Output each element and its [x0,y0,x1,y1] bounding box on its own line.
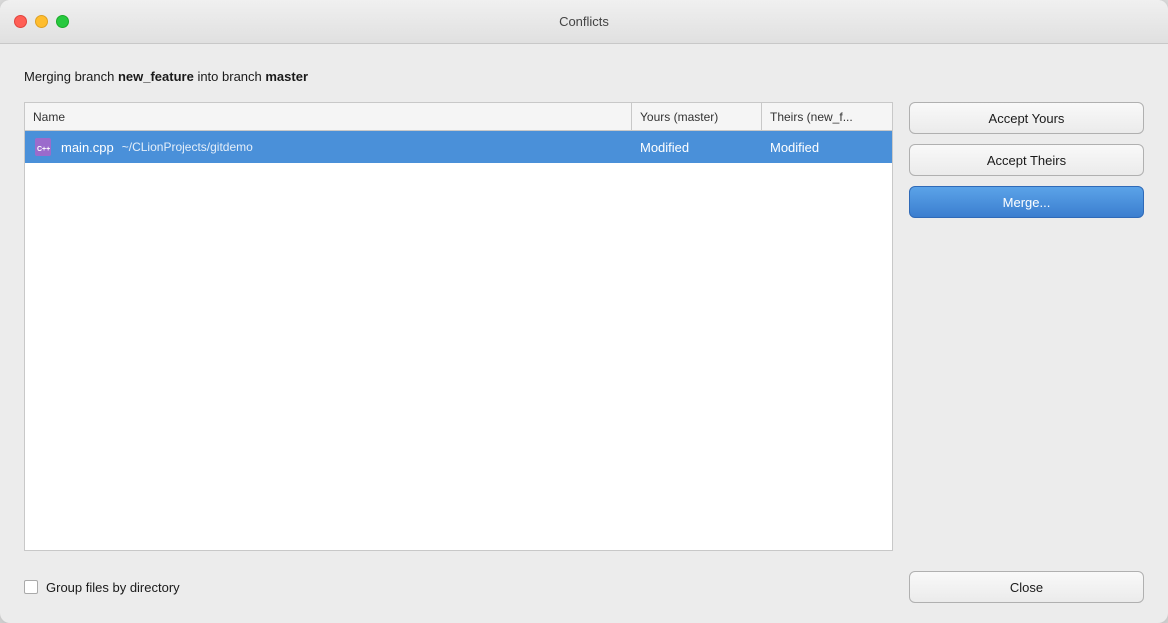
group-by-directory-checkbox[interactable] [24,580,38,594]
cell-theirs-status: Modified [762,131,892,163]
conflicts-table: Name Yours (master) Theirs (new_f... C++ [24,102,893,551]
conflicts-dialog: Conflicts Merging branch new_feature int… [0,0,1168,623]
merge-button[interactable]: Merge... [909,186,1144,218]
accept-yours-button[interactable]: Accept Yours [909,102,1144,134]
table-row[interactable]: C++ main.cpp ~/CLionProjects/gitdemo Mod… [25,131,892,163]
filepath: ~/CLionProjects/gitdemo [122,140,253,154]
window-title: Conflicts [559,14,609,29]
cell-yours-status: Modified [632,131,762,163]
description-middle: into branch [194,69,266,84]
source-branch: new_feature [118,69,194,84]
col-header-theirs: Theirs (new_f... [762,103,892,130]
table-header: Name Yours (master) Theirs (new_f... [25,103,892,131]
table-body: C++ main.cpp ~/CLionProjects/gitdemo Mod… [25,131,892,550]
filename: main.cpp [61,140,114,155]
maximize-window-button[interactable] [56,15,69,28]
main-area: Name Yours (master) Theirs (new_f... C++ [24,102,1144,551]
svg-text:C++: C++ [37,146,50,153]
cell-filename: C++ main.cpp ~/CLionProjects/gitdemo [25,131,632,163]
close-window-button[interactable] [14,15,27,28]
group-by-directory-group[interactable]: Group files by directory [24,580,180,595]
bottom-area: Group files by directory Close [24,567,1144,603]
target-branch: master [265,69,308,84]
traffic-lights [14,15,69,28]
accept-theirs-button[interactable]: Accept Theirs [909,144,1144,176]
close-button[interactable]: Close [909,571,1144,603]
description-prefix: Merging branch [24,69,118,84]
merge-description: Merging branch new_feature into branch m… [24,68,1144,86]
cpp-file-icon: C++ [33,137,53,157]
minimize-window-button[interactable] [35,15,48,28]
col-header-yours: Yours (master) [632,103,762,130]
col-header-name: Name [25,103,632,130]
action-buttons-panel: Accept Yours Accept Theirs Merge... [909,102,1144,551]
group-by-directory-label: Group files by directory [46,580,180,595]
title-bar: Conflicts [0,0,1168,44]
dialog-content: Merging branch new_feature into branch m… [0,44,1168,623]
